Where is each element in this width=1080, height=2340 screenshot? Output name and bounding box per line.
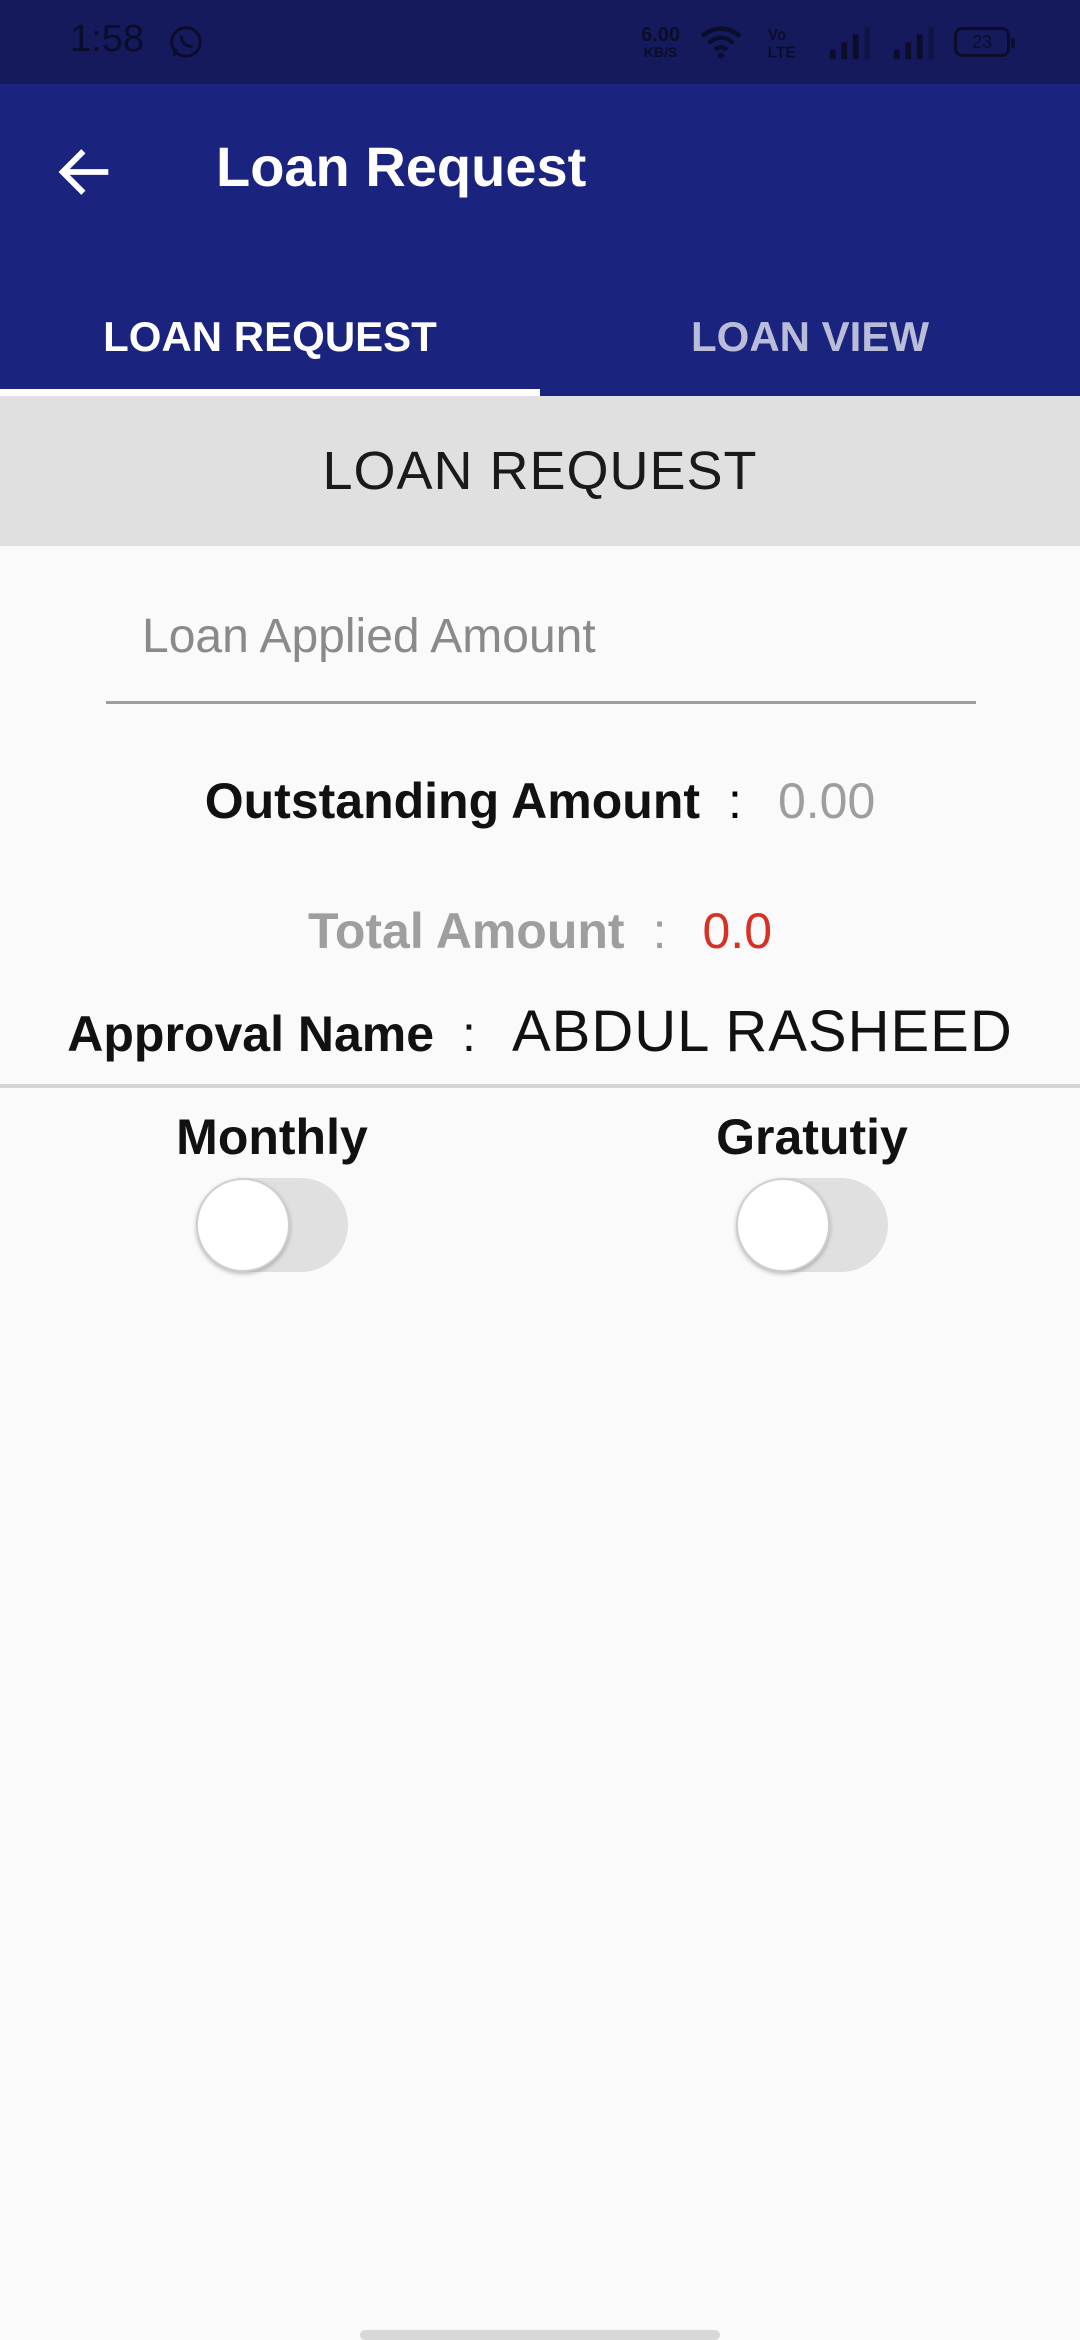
outstanding-value: 0.00 [777,773,876,829]
status-time: 1:58 [70,18,144,60]
battery-icon: 23 [954,27,1015,57]
tab-loan-request[interactable]: LOAN REQUEST [0,278,540,396]
loan-request-screen: 1:58 6.00 KB/S Vo LTE 23 Loan Request LO… [0,0,1080,2340]
signal-icon [829,26,871,60]
monthly-label: Monthly [176,1109,368,1165]
status-icons: 6.00 KB/S Vo LTE 23 [641,20,1015,64]
battery-level: 23 [971,31,993,52]
approval-row: Approval Name : ABDUL RASHEED [0,998,1080,1065]
signal-icon [893,26,935,60]
divider [0,1084,1080,1088]
whatsapp-icon [170,26,202,58]
outstanding-label: Outstanding Amount [204,773,701,829]
svg-text:Vo: Vo [768,27,786,44]
gratuity-label: Gratutiy [716,1109,908,1165]
switch-thumb [196,1178,290,1272]
approval-value: ABDUL RASHEED [511,999,1013,1064]
page-title: Loan Request [216,135,587,198]
outstanding-separator: : [728,773,742,829]
gratuity-toggle-group: Gratutiy [662,1108,962,1272]
total-separator: : [652,903,667,959]
section-header: LOAN REQUEST [0,396,1080,546]
svg-text:LTE: LTE [768,44,796,61]
total-label: Total Amount [307,903,625,959]
speed-value: 6.00 [641,24,680,46]
gratuity-switch[interactable] [736,1178,888,1272]
wifi-icon [700,26,742,59]
outstanding-row: Outstanding Amount : 0.00 [0,772,1080,830]
monthly-switch[interactable] [196,1178,348,1272]
speed-unit: KB/S [643,44,678,60]
monthly-toggle-group: Monthly [122,1108,422,1272]
arrow-left-icon[interactable] [52,140,116,204]
tab-loan-view[interactable]: LOAN VIEW [540,278,1080,396]
app-bar: Loan Request LOAN REQUEST LOAN VIEW [0,84,1080,396]
tab-bar: LOAN REQUEST LOAN VIEW [0,278,1080,396]
home-indicator[interactable] [360,2330,720,2340]
total-row: Total Amount : 0.0 [0,902,1080,960]
input-underline [106,701,976,704]
approval-label: Approval Name [67,1006,435,1062]
volte-icon: Vo LTE [768,27,796,61]
total-value: 0.0 [702,903,773,959]
approval-separator: : [462,1006,476,1062]
switch-thumb [736,1178,830,1272]
status-bar: 1:58 6.00 KB/S Vo LTE 23 [0,0,1080,84]
loan-amount-input[interactable] [106,596,972,676]
network-speed: 6.00 KB/S [641,25,680,59]
